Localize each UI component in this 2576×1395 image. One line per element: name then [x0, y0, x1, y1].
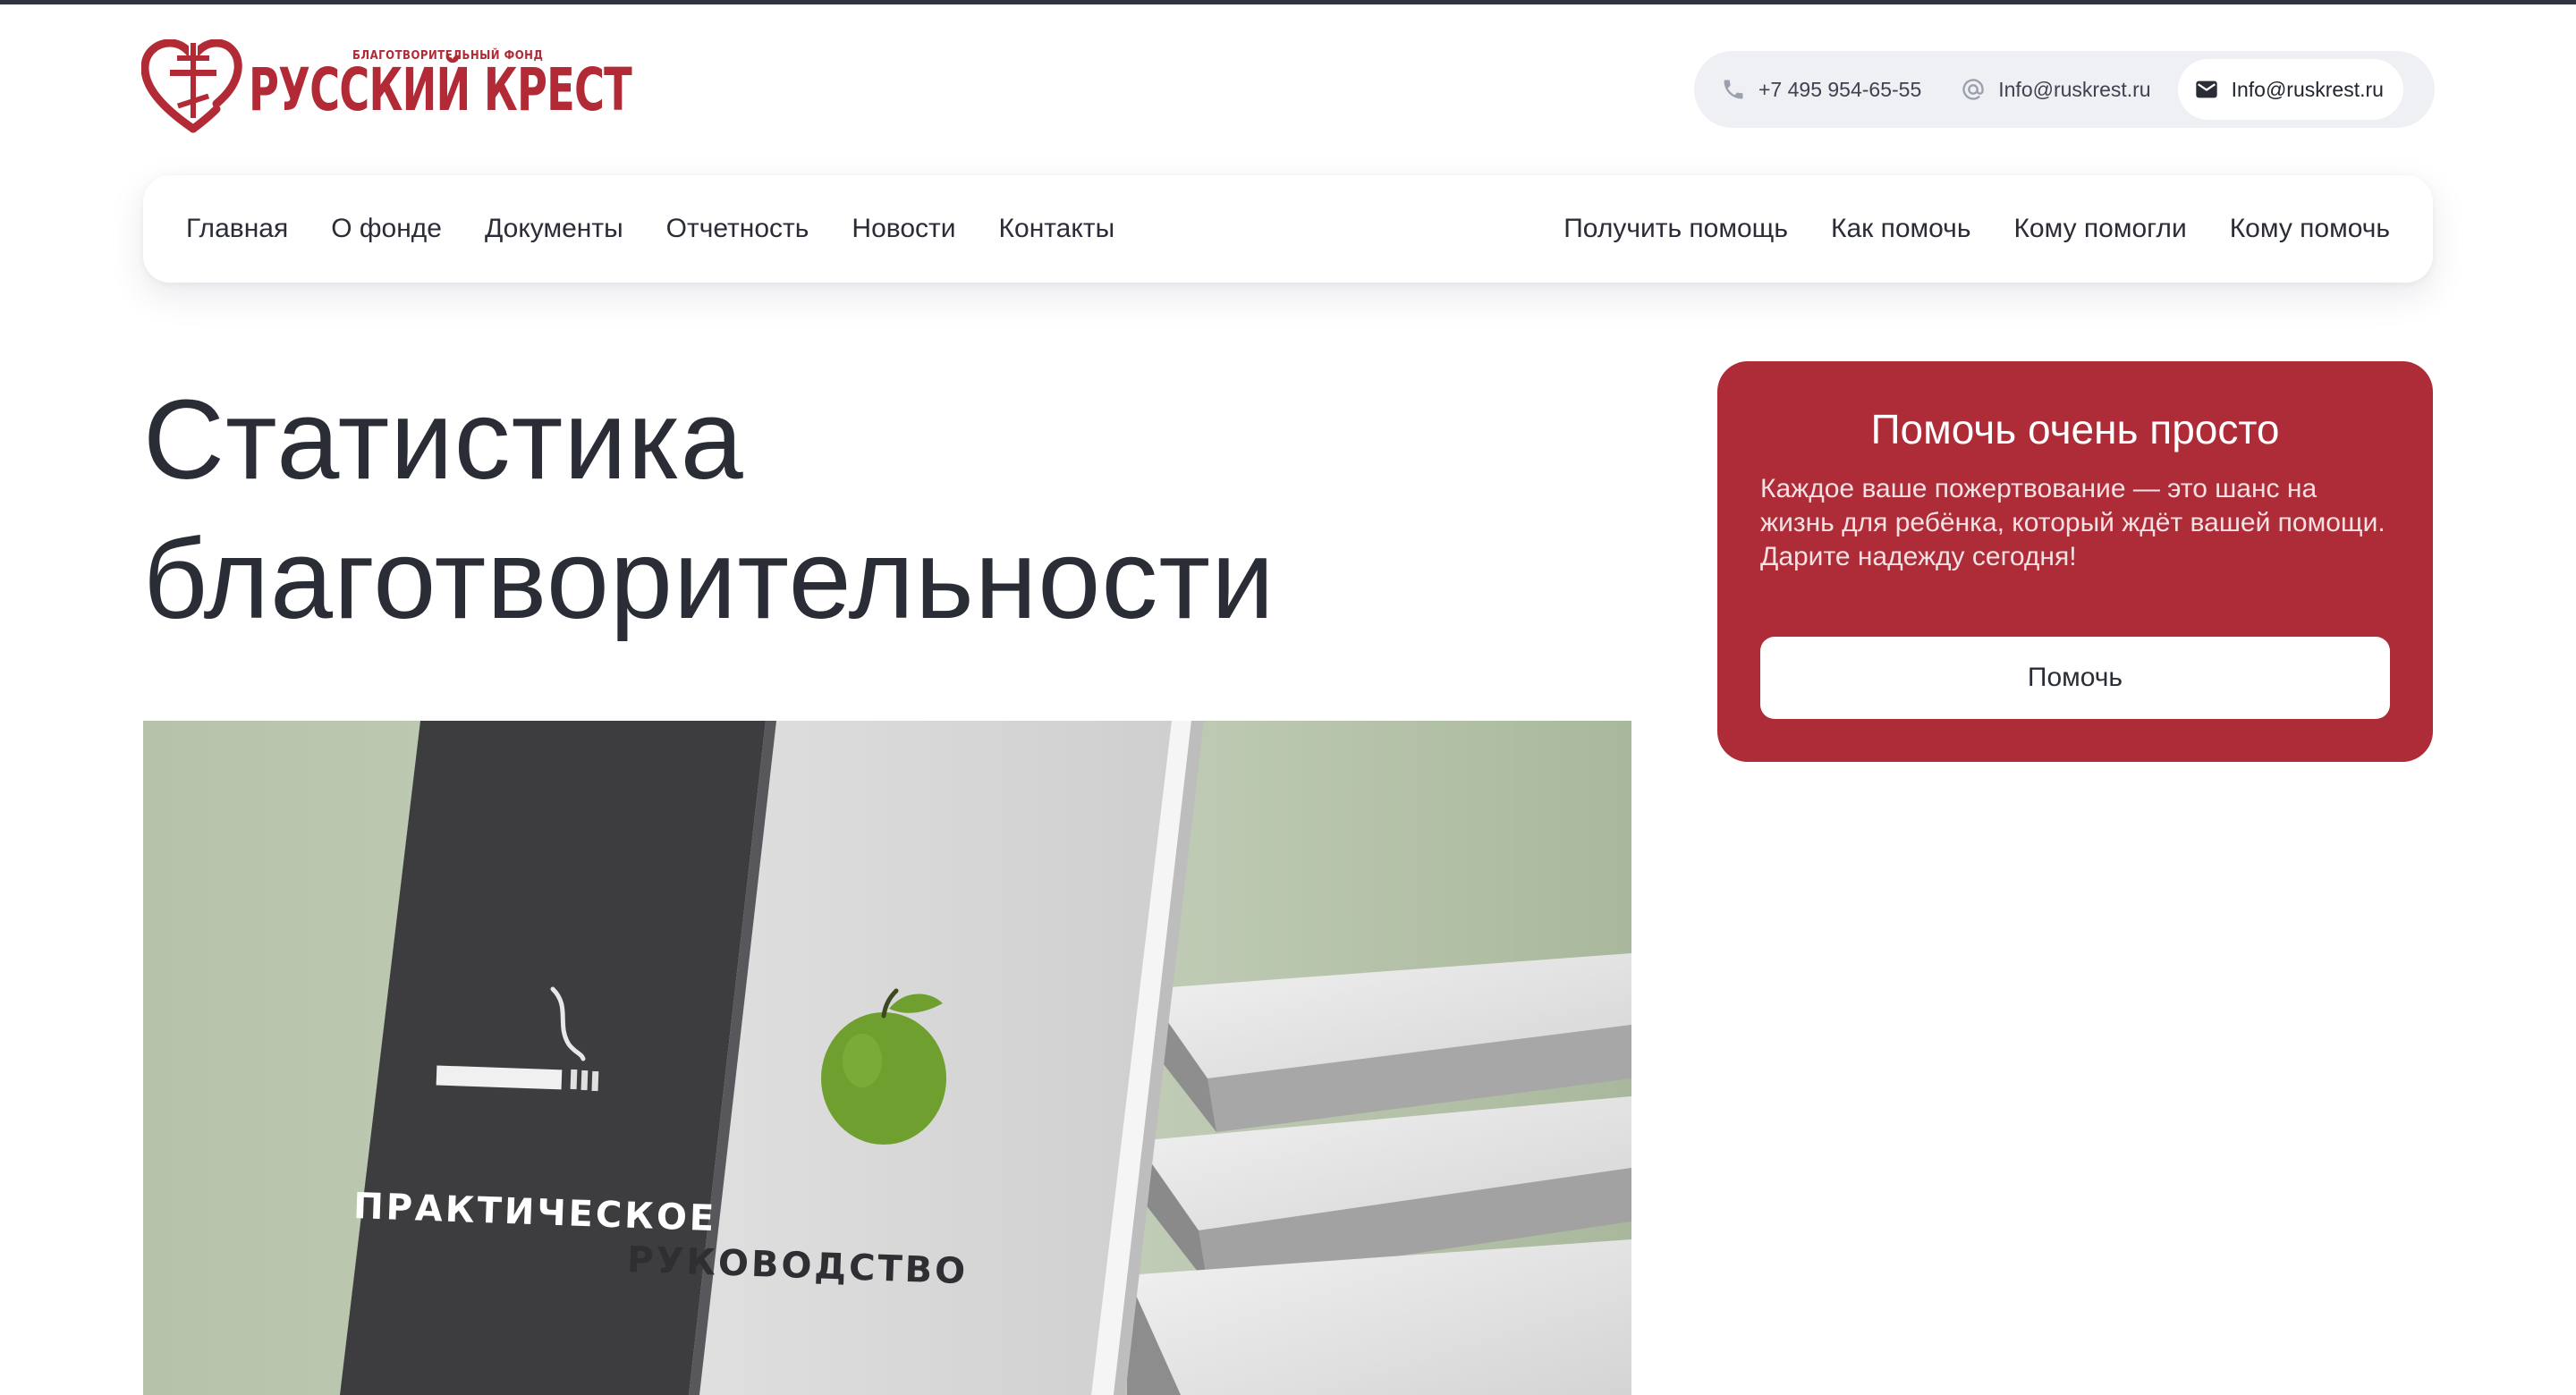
nav-link-who-to-help[interactable]: Кому помочь	[2230, 214, 2390, 244]
nav-link-reports[interactable]: Отчетность	[666, 214, 809, 244]
main-nav: Главная О фонде Документы Отчетность Нов…	[143, 175, 2433, 283]
books-illustration	[143, 721, 1631, 1395]
top-border	[0, 0, 2576, 4]
donate-title: Помочь очень просто	[1870, 406, 2280, 452]
donate-card: Помочь очень просто Каждое ваше пожертво…	[1717, 361, 2433, 762]
nav-link-about[interactable]: О фонде	[331, 214, 442, 244]
email-link[interactable]: Info@ruskrest.ru	[1961, 77, 2151, 102]
envelope-icon	[2194, 77, 2219, 102]
email-text: Info@ruskrest.ru	[1998, 77, 2151, 101]
phone-link[interactable]: +7 495 954-65-55	[1721, 77, 1921, 102]
email-button[interactable]: Info@ruskrest.ru	[2177, 59, 2403, 120]
logo-name: РУССКИЙ КРЕСТ	[249, 55, 632, 124]
article-image: ПРАКТИЧЕСКОЕ РУКОВОДСТВО	[143, 721, 1631, 1395]
at-icon	[1961, 77, 1986, 102]
contacts-bar: +7 495 954-65-55 Info@ruskrest.ru Info@r…	[1694, 51, 2435, 128]
email-button-text: Info@ruskrest.ru	[2231, 77, 2384, 101]
nav-link-how-to-help[interactable]: Как помочь	[1831, 214, 1970, 244]
phone-text: +7 495 954-65-55	[1758, 77, 1922, 101]
nav-right: Получить помощь Как помочь Кому помогли …	[1563, 214, 2390, 244]
logo[interactable]: БЛАГОТВОРИТЕЛЬНЫЙ ФОНД РУССКИЙ КРЕСТ	[141, 39, 632, 140]
nav-link-news[interactable]: Новости	[852, 214, 955, 244]
donate-text: Каждое ваше пожертвование — это шанс на …	[1760, 474, 2385, 571]
nav-link-contacts[interactable]: Контакты	[999, 214, 1115, 244]
donate-button[interactable]: Помочь	[1760, 637, 2390, 719]
phone-icon	[1721, 77, 1746, 102]
nav-left: Главная О фонде Документы Отчетность Нов…	[186, 214, 1114, 244]
nav-link-who-was-helped[interactable]: Кому помогли	[2013, 214, 2186, 244]
nav-link-get-help[interactable]: Получить помощь	[1563, 214, 1788, 244]
page-title: Статистика благотворительности	[143, 376, 1275, 642]
nav-link-home[interactable]: Главная	[186, 214, 288, 244]
nav-link-documents[interactable]: Документы	[485, 214, 623, 244]
